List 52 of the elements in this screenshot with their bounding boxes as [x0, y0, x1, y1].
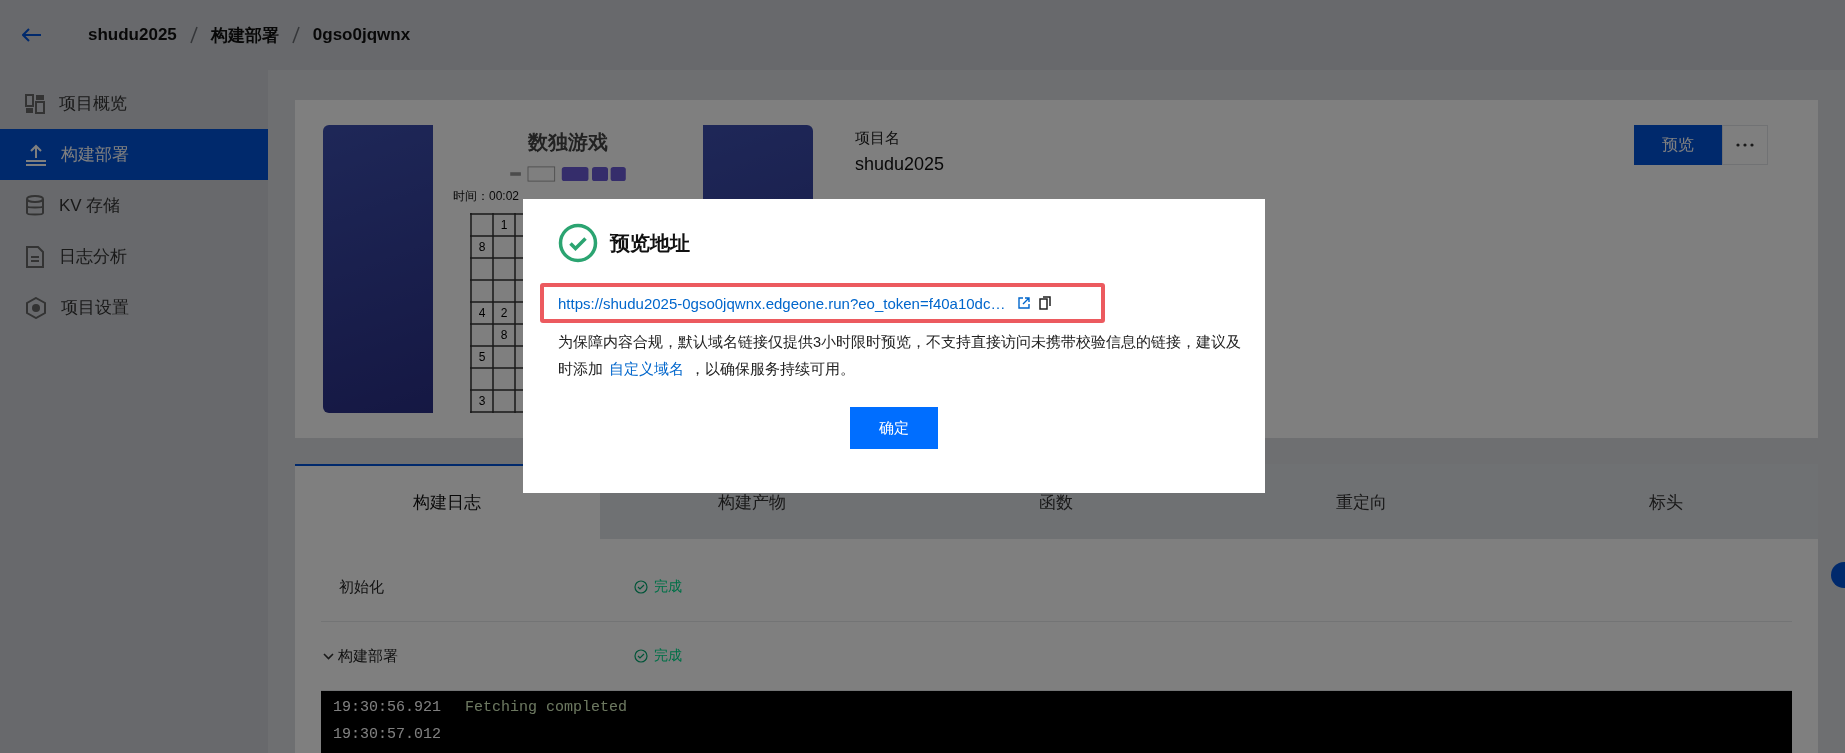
tab[interactable]: 构建产物	[599, 464, 905, 539]
sidebar-item[interactable]: KV 存储	[0, 180, 268, 231]
log-time: 19:30:56.921	[333, 699, 442, 718]
preview-button[interactable]: 预览	[1634, 125, 1722, 165]
step-name: 初始化	[339, 577, 384, 597]
log-message: Fetching completed	[465, 699, 628, 718]
field-label: 项目名	[855, 129, 901, 148]
more-icon	[1736, 143, 1754, 147]
sudoku-digit: 3	[477, 393, 487, 410]
project-name: shudu2025	[855, 154, 945, 175]
document-icon	[25, 245, 45, 268]
game-title: 数独游戏	[528, 130, 608, 155]
success-check-icon	[558, 223, 598, 263]
breadcrumb-separator	[290, 26, 301, 44]
breadcrumb-separator	[188, 26, 199, 44]
database-icon	[25, 194, 45, 217]
dashboard-icon	[25, 93, 45, 114]
log-time: 19:30:57.012	[333, 726, 442, 745]
sudoku-digit: 4	[477, 305, 487, 322]
settings-icon	[25, 296, 47, 319]
sudoku-digit: 5	[477, 349, 487, 366]
copy-icon[interactable]	[1039, 296, 1052, 310]
chevron-icon[interactable]	[323, 652, 334, 660]
step-status: 完成	[654, 647, 682, 665]
tab[interactable]: 构建日志	[295, 464, 600, 539]
breadcrumb-item[interactable]: 构建部署	[210, 23, 279, 47]
sudoku-digit: 8	[499, 327, 509, 344]
dialog-title: 预览地址	[610, 230, 690, 256]
preview-url-link[interactable]: https://shudu2025-0gso0jqwnx.edgeone.run?eo_token=f40a10dc…	[558, 294, 1006, 312]
breadcrumb-item[interactable]: shudu2025	[88, 25, 177, 45]
check-circle-icon	[634, 649, 648, 663]
sidebar-item[interactable]: 项目设置	[0, 282, 268, 333]
notice-text: 为保障内容合规，默认域名链接仅提供3小时限时预览，不支持直接访问未携带校验信息的链接，建议及时添加 自定义域名 ，以确保服务持续可用。	[558, 333, 1243, 379]
back-arrow-icon[interactable]	[22, 28, 42, 42]
sidebar-item[interactable]: 构建部署	[0, 129, 268, 180]
tab[interactable]: 标头	[1513, 464, 1818, 539]
check-circle-icon	[634, 580, 648, 594]
sidebar-item[interactable]: 日志分析	[0, 231, 268, 282]
sidebar-item[interactable]: 项目概览	[0, 78, 268, 129]
sudoku-digit: 1	[499, 217, 509, 234]
confirm-button[interactable]: 确定	[850, 407, 938, 449]
tab[interactable]: 重定向	[1208, 464, 1514, 539]
sudoku-digit: 8	[477, 239, 487, 256]
tab[interactable]: 函数	[904, 464, 1209, 539]
custom-domain-link[interactable]: 自定义域名	[609, 361, 684, 377]
breadcrumb-item: 0gso0jqwnx	[312, 25, 411, 45]
upload-icon	[25, 143, 47, 166]
game-timer: 时间：00:02	[453, 188, 520, 205]
step-status: 完成	[654, 578, 682, 596]
step-name: 构建部署	[338, 646, 398, 666]
external-link-icon[interactable]	[1018, 297, 1031, 309]
sudoku-digit: 2	[499, 305, 509, 322]
